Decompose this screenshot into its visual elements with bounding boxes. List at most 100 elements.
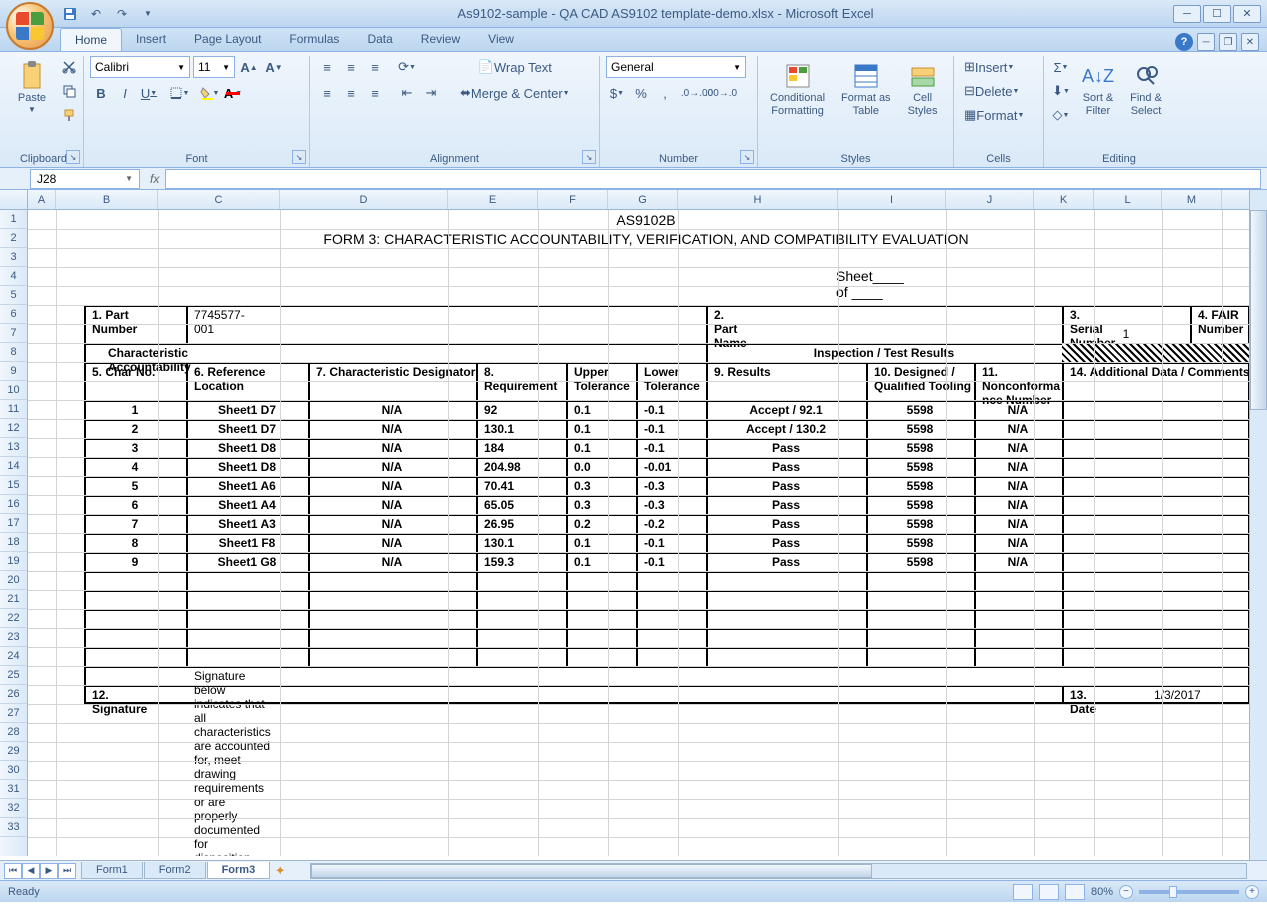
select-all-corner[interactable] — [0, 190, 28, 209]
row-header[interactable]: 17 — [0, 514, 27, 533]
column-header[interactable]: D — [280, 190, 448, 209]
row-header[interactable]: 23 — [0, 628, 27, 647]
conditional-formatting-button[interactable]: Conditional Formatting — [764, 56, 831, 122]
row-header[interactable]: 31 — [0, 780, 27, 799]
sheet-nav-last[interactable]: ⏭ — [58, 863, 76, 879]
zoom-thumb[interactable] — [1169, 886, 1177, 898]
row-header[interactable]: 33 — [0, 818, 27, 837]
zoom-in-button[interactable]: + — [1245, 885, 1259, 899]
decrease-font-button[interactable]: A▼ — [263, 56, 285, 78]
align-top-button[interactable]: ≡ — [316, 56, 338, 78]
maximize-button[interactable]: ☐ — [1203, 5, 1231, 23]
tab-insert[interactable]: Insert — [122, 28, 180, 51]
row-header[interactable]: 12 — [0, 419, 27, 438]
row-header[interactable]: 9 — [0, 362, 27, 381]
row-header[interactable]: 24 — [0, 647, 27, 666]
number-format-combo[interactable]: General▼ — [606, 56, 746, 78]
cut-button[interactable] — [58, 56, 80, 78]
column-header[interactable]: J — [946, 190, 1034, 209]
clear-button[interactable]: ◇ ▼ — [1050, 104, 1072, 126]
autosum-button[interactable]: Σ ▼ — [1050, 56, 1072, 78]
tab-data[interactable]: Data — [353, 28, 406, 51]
minimize-button[interactable]: ─ — [1173, 5, 1201, 23]
column-header[interactable]: F — [538, 190, 608, 209]
formula-input[interactable] — [165, 169, 1261, 189]
number-launcher[interactable]: ↘ — [740, 150, 754, 164]
close-button[interactable]: ✕ — [1233, 5, 1261, 23]
sheet-nav-next[interactable]: ▶ — [40, 863, 58, 879]
sheet-tab-form2[interactable]: Form2 — [144, 862, 206, 879]
row-header[interactable]: 27 — [0, 704, 27, 723]
insert-cells-button[interactable]: ⊞ Insert ▼ — [960, 56, 1018, 78]
vertical-scrollbar[interactable] — [1249, 190, 1267, 860]
close-workbook-button[interactable]: ✕ — [1241, 33, 1259, 51]
horizontal-scrollbar[interactable] — [310, 863, 1247, 879]
page-break-view-button[interactable] — [1065, 884, 1085, 900]
row-header[interactable]: 3 — [0, 248, 27, 267]
column-header[interactable]: G — [608, 190, 678, 209]
zoom-level[interactable]: 80% — [1091, 886, 1113, 898]
row-header[interactable]: 22 — [0, 609, 27, 628]
tab-home[interactable]: Home — [60, 28, 122, 51]
row-header[interactable]: 2 — [0, 229, 27, 248]
accounting-format-button[interactable]: $ ▼ — [606, 82, 628, 104]
fx-button[interactable]: fx — [150, 172, 159, 186]
row-header[interactable]: 1 — [0, 210, 27, 229]
page-layout-view-button[interactable] — [1039, 884, 1059, 900]
align-right-button[interactable]: ≡ — [364, 82, 386, 104]
row-header[interactable]: 30 — [0, 761, 27, 780]
format-painter-button[interactable] — [58, 104, 80, 126]
sheet-nav-prev[interactable]: ◀ — [22, 863, 40, 879]
sheet-tab-form3[interactable]: Form3 — [207, 862, 271, 879]
zoom-out-button[interactable]: − — [1119, 885, 1133, 899]
fill-button[interactable]: ⬇ ▼ — [1050, 80, 1072, 102]
row-header[interactable]: 15 — [0, 476, 27, 495]
sort-filter-button[interactable]: A↓Z Sort & Filter — [1076, 56, 1120, 122]
tab-formulas[interactable]: Formulas — [275, 28, 353, 51]
bold-button[interactable]: B — [90, 82, 112, 104]
border-button[interactable]: ▼ — [168, 82, 190, 104]
tab-page-layout[interactable]: Page Layout — [180, 28, 275, 51]
sheet-nav-first[interactable]: ⏮ — [4, 863, 22, 879]
row-header[interactable]: 16 — [0, 495, 27, 514]
row-header[interactable]: 10 — [0, 381, 27, 400]
undo-icon[interactable]: ↶ — [86, 4, 106, 24]
row-header[interactable]: 13 — [0, 438, 27, 457]
row-header[interactable]: 4 — [0, 267, 27, 286]
decrease-indent-button[interactable]: ⇤ — [396, 82, 418, 104]
row-header[interactable]: 14 — [0, 457, 27, 476]
sheet-tab-form1[interactable]: Form1 — [81, 862, 143, 879]
cell-styles-button[interactable]: Cell Styles — [901, 56, 945, 122]
row-header[interactable]: 18 — [0, 533, 27, 552]
column-header[interactable]: M — [1162, 190, 1222, 209]
alignment-launcher[interactable]: ↘ — [582, 150, 596, 164]
align-bottom-button[interactable]: ≡ — [364, 56, 386, 78]
comma-button[interactable]: , — [654, 82, 676, 104]
increase-indent-button[interactable]: ⇥ — [420, 82, 442, 104]
align-middle-button[interactable]: ≡ — [340, 56, 362, 78]
tab-view[interactable]: View — [474, 28, 528, 51]
row-header[interactable]: 21 — [0, 590, 27, 609]
row-header[interactable]: 32 — [0, 799, 27, 818]
orientation-button[interactable]: ⟳▼ — [396, 56, 418, 78]
column-header[interactable]: C — [158, 190, 280, 209]
restore-window-button[interactable]: ❐ — [1219, 33, 1237, 51]
column-header[interactable]: L — [1094, 190, 1162, 209]
row-header[interactable]: 8 — [0, 343, 27, 362]
row-header[interactable]: 5 — [0, 286, 27, 305]
font-launcher[interactable]: ↘ — [292, 150, 306, 164]
delete-cells-button[interactable]: ⊟ Delete ▼ — [960, 80, 1023, 102]
office-button[interactable] — [6, 2, 54, 50]
percent-button[interactable]: % — [630, 82, 652, 104]
redo-icon[interactable]: ↷ — [112, 4, 132, 24]
copy-button[interactable] — [58, 80, 80, 102]
decrease-decimal-button[interactable]: .00→.0 — [710, 82, 732, 104]
row-header[interactable]: 25 — [0, 666, 27, 685]
format-as-table-button[interactable]: Format as Table — [835, 56, 897, 122]
row-header[interactable]: 7 — [0, 324, 27, 343]
vscroll-thumb[interactable] — [1250, 210, 1267, 410]
column-header[interactable]: B — [56, 190, 158, 209]
save-icon[interactable] — [60, 4, 80, 24]
row-header[interactable]: 20 — [0, 571, 27, 590]
font-name-combo[interactable]: Calibri▼ — [90, 56, 190, 78]
